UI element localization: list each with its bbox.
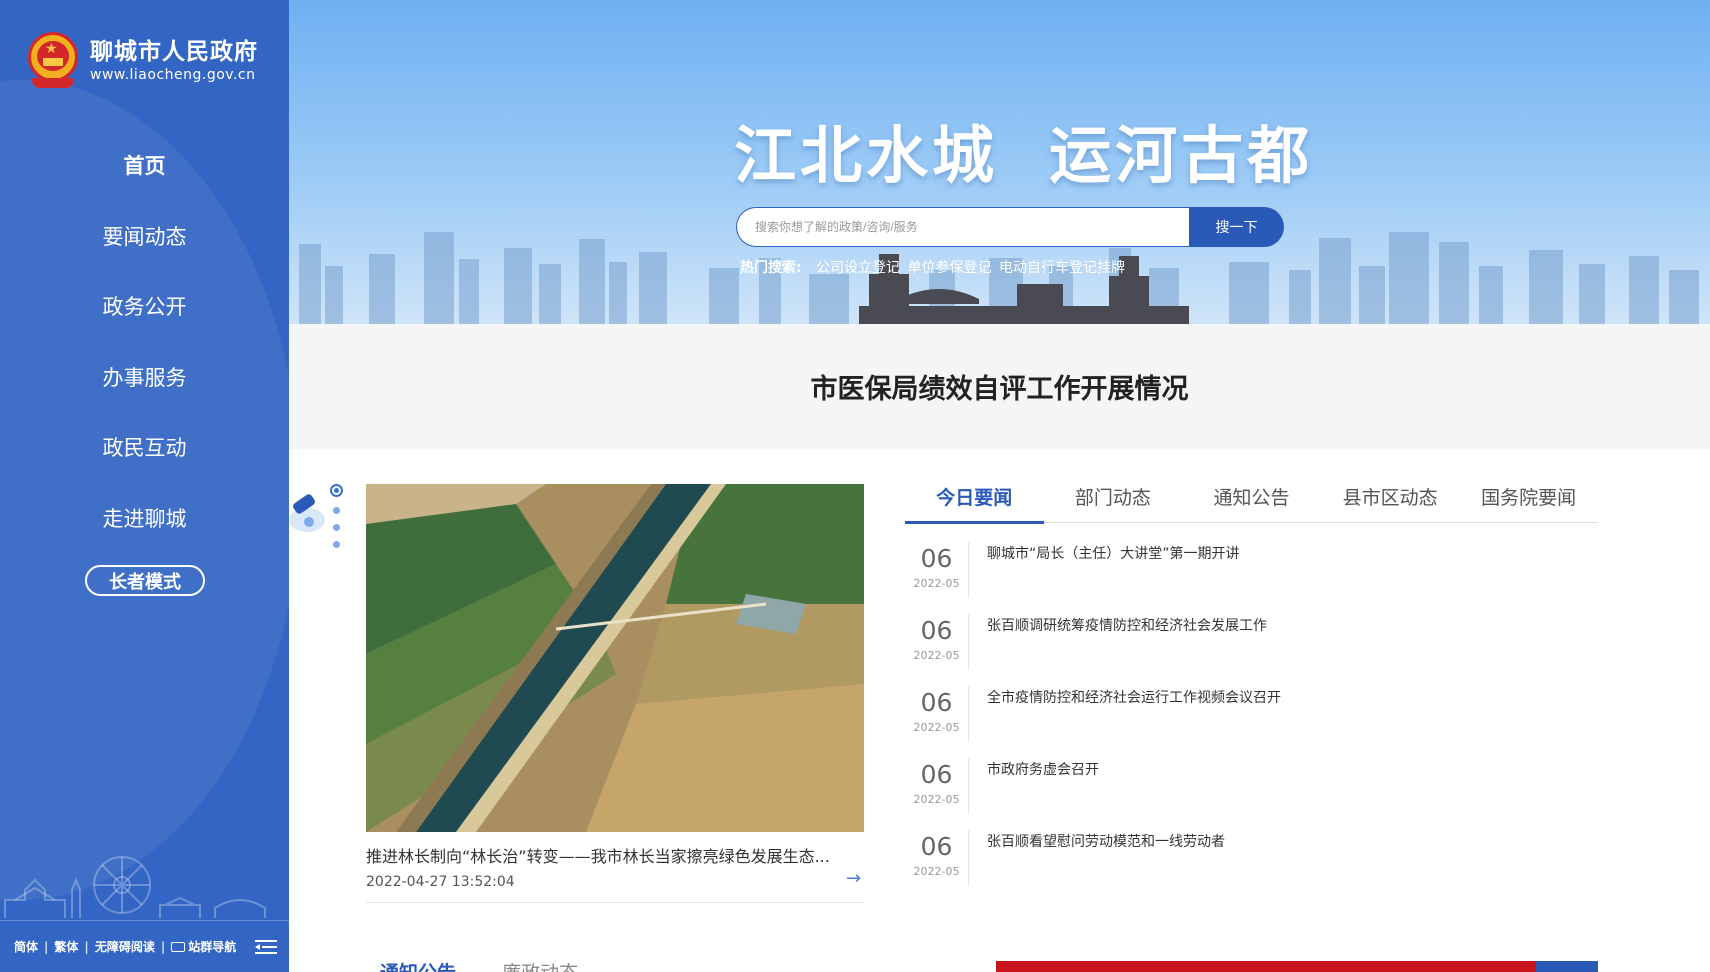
hot-search-label: 热门搜索:	[740, 260, 802, 276]
sidebar-footer: 简体 | 繁体 | 无障碍阅读 | 站群导航	[0, 920, 289, 972]
news-item[interactable]: 06 2022-05 张百顺调研统筹疫情防控和经济社会发展工作	[905, 614, 1598, 686]
national-emblem-icon: ★	[26, 32, 80, 90]
tab-integrity-news[interactable]: 廉政动态	[502, 962, 578, 972]
elder-mode-button[interactable]: 长者模式	[85, 565, 205, 596]
news-item[interactable]: 06 2022-05 聊城市“局长（主任）大讲堂”第一期开讲	[905, 542, 1598, 614]
carousel-dot[interactable]	[332, 524, 340, 531]
news-item[interactable]: 06 2022-05 全市疫情防控和经济社会运行工作视频会议召开	[905, 686, 1598, 758]
news-day: 06	[920, 688, 953, 717]
news-date: 06 2022-05	[905, 758, 969, 814]
news-title[interactable]: 张百顺调研统筹疫情防控和经济社会发展工作	[969, 614, 1267, 686]
sidebar: ★ 聊城市人民政府 www.liaocheng.gov.cn 首页 要闻动态 政…	[0, 0, 289, 972]
arrow-right-icon[interactable]: →	[846, 868, 861, 889]
headline-strip: 市医保局绩效自评工作开展情况	[289, 324, 1710, 449]
news-date: 06 2022-05	[905, 830, 969, 886]
carousel-caption[interactable]: 推进林长制向“林长治”转变——我市林长当家擦亮绿色发展生态...	[366, 843, 864, 867]
nav-item-news[interactable]: 要闻动态	[0, 201, 289, 272]
carousel-photo[interactable]	[366, 484, 864, 832]
news-list: 06 2022-05 聊城市“局长（主任）大讲堂”第一期开讲 06 2022-0…	[905, 542, 1598, 902]
top-banner: 江北水城 运河古都 搜一下 热门搜索: 公司设立登记 单位参保登记 电动自行车登…	[289, 0, 1710, 324]
carousel-dot[interactable]	[329, 484, 343, 497]
search-button[interactable]: 搜一下	[1189, 207, 1284, 247]
news-title[interactable]: 聊城市“局长（主任）大讲堂”第一期开讲	[969, 542, 1240, 614]
search-bar: 搜一下	[736, 207, 1284, 247]
lower-tabs: 通知公告 廉政动态	[380, 958, 618, 972]
news-year-month: 2022-05	[913, 577, 960, 590]
blue-banner-strip	[1536, 961, 1598, 972]
site-title: 聊城市人民政府	[90, 39, 258, 65]
city-landmarks-illustration	[4, 856, 266, 918]
news-day: 06	[920, 832, 953, 861]
site-logo[interactable]: ★ 聊城市人民政府 www.liaocheng.gov.cn	[26, 32, 258, 90]
site-url: www.liaocheng.gov.cn	[90, 67, 256, 83]
news-item[interactable]: 06 2022-05 市政府务虚会召开	[905, 758, 1598, 830]
news-day: 06	[920, 544, 953, 573]
hot-search-link[interactable]: 电动自行车登记挂牌	[999, 260, 1125, 276]
menu-toggle-icon[interactable]	[255, 939, 277, 955]
carousel-date: 2022-04-27 13:52:04	[366, 874, 515, 890]
news-title[interactable]: 市政府务虚会召开	[969, 758, 1099, 830]
tab-state-council-news[interactable]: 国务院要闻	[1459, 480, 1598, 522]
headline-link[interactable]: 市医保局绩效自评工作开展情况	[811, 367, 1189, 406]
red-banner-strip[interactable]	[996, 961, 1536, 972]
hot-search-link[interactable]: 公司设立登记	[816, 260, 900, 276]
nav-item-about[interactable]: 走进聊城	[0, 483, 289, 554]
news-year-month: 2022-05	[913, 721, 960, 734]
nav-item-services[interactable]: 办事服务	[0, 342, 289, 413]
news-year-month: 2022-05	[913, 793, 960, 806]
nav-item-home[interactable]: 首页	[0, 130, 289, 201]
accessibility-link[interactable]: 无障碍阅读	[95, 938, 155, 955]
news-date: 06 2022-05	[905, 614, 969, 670]
news-date: 06 2022-05	[905, 686, 969, 742]
news-date: 06 2022-05	[905, 542, 969, 598]
simplified-chinese-link[interactable]: 简体	[14, 938, 38, 955]
monitor-icon	[171, 941, 186, 952]
news-tabs: 今日要闻 部门动态 通知公告 县市区动态 国务院要闻	[905, 480, 1598, 524]
tab-notices[interactable]: 通知公告	[1182, 480, 1321, 522]
banner-slogan: 江北水城 运河古都	[734, 119, 1314, 192]
divider	[366, 902, 864, 903]
news-day: 06	[920, 616, 953, 645]
tab-today-news[interactable]: 今日要闻	[905, 480, 1044, 524]
news-title[interactable]: 全市疫情防控和经济社会运行工作视频会议召开	[969, 686, 1281, 758]
hot-searches: 热门搜索: 公司设立登记 单位参保登记 电动自行车登记挂牌	[740, 257, 1128, 277]
main-nav: 首页 要闻动态 政务公开 办事服务 政民互动 走进聊城	[0, 130, 289, 553]
news-title[interactable]: 张百顺看望慰问劳动模范和一线劳动者	[969, 830, 1225, 902]
news-item[interactable]: 06 2022-05 张百顺看望慰问劳动模范和一线劳动者	[905, 830, 1598, 902]
carousel-dot[interactable]	[332, 507, 340, 514]
aerial-farmland-canal-photo	[366, 484, 864, 832]
news-year-month: 2022-05	[913, 649, 960, 662]
nav-item-gov-affairs[interactable]: 政务公开	[0, 271, 289, 342]
news-day: 06	[920, 760, 953, 789]
nav-item-interaction[interactable]: 政民互动	[0, 412, 289, 483]
service-robot-icon[interactable]	[289, 490, 327, 534]
search-input[interactable]	[736, 207, 1189, 247]
carousel-dot[interactable]	[332, 541, 340, 548]
tab-county-news[interactable]: 县市区动态	[1321, 480, 1460, 522]
hot-search-link[interactable]: 单位参保登记	[908, 260, 992, 276]
news-year-month: 2022-05	[913, 865, 960, 878]
tab-department-news[interactable]: 部门动态	[1044, 480, 1183, 522]
traditional-chinese-link[interactable]: 繁体	[54, 938, 78, 955]
site-navigation-link[interactable]: 站群导航	[188, 938, 236, 955]
carousel-indicators	[328, 484, 344, 558]
tab-lower-notices[interactable]: 通知公告	[380, 962, 456, 972]
